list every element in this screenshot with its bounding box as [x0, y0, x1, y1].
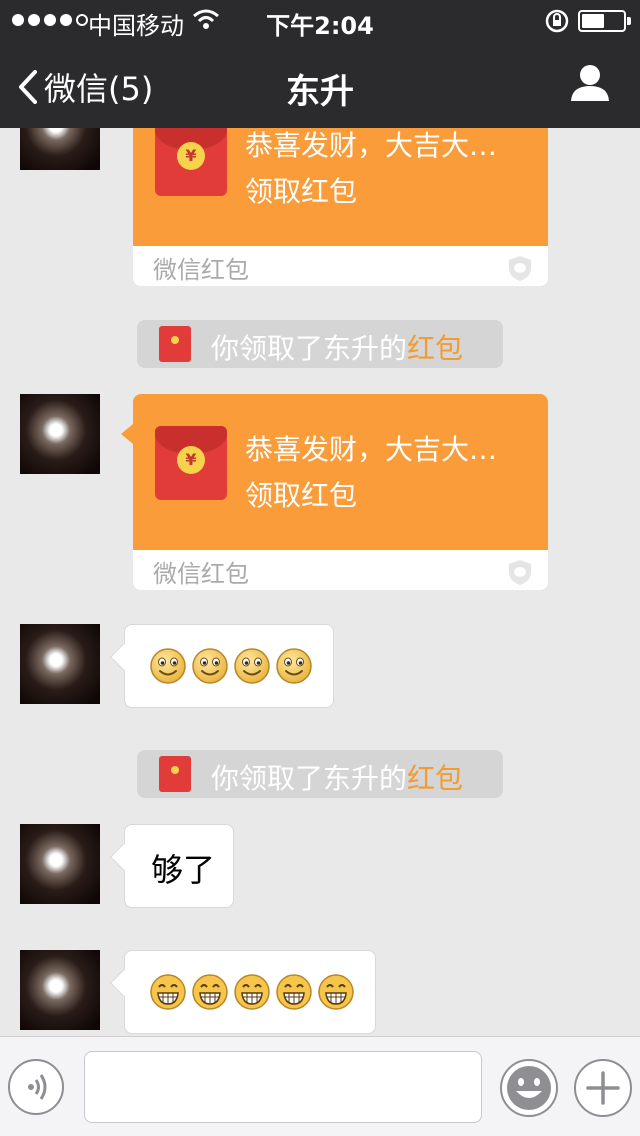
- text-message[interactable]: 够了: [109, 824, 234, 908]
- avatar[interactable]: [20, 950, 100, 1030]
- red-envelope-icon: [159, 756, 191, 792]
- message-text: 够了: [151, 851, 216, 889]
- grin-emoji-icon: [233, 973, 271, 1015]
- red-envelope-icon: ¥: [155, 128, 227, 196]
- message-input[interactable]: [84, 1051, 482, 1123]
- battery-icon: [578, 10, 631, 32]
- profile-icon[interactable]: [570, 64, 610, 102]
- status-bar: 中国移动 下午2:04: [0, 0, 640, 40]
- red-packet-body: ¥ 恭喜发财，大吉大… 领取红包: [133, 128, 548, 246]
- voice-button[interactable]: [8, 1059, 64, 1115]
- avatar[interactable]: [20, 624, 100, 704]
- top-bar: 中国移动 下午2:04 微信(5) 东升: [0, 0, 640, 128]
- plus-icon: [586, 1071, 620, 1105]
- grin-emoji-icon: [317, 973, 355, 1015]
- avatar[interactable]: [20, 824, 100, 904]
- system-notice-text: 你领取了东升的: [211, 332, 408, 365]
- red-packet-claim-label: 领取红包: [245, 175, 358, 208]
- smile-emoji-icon: [233, 647, 271, 689]
- emoji-message[interactable]: [109, 950, 376, 1034]
- more-button[interactable]: [574, 1059, 632, 1117]
- red-packet-greeting: 恭喜发财，大吉大…: [245, 129, 498, 162]
- red-packet-message[interactable]: ¥ 恭喜发财，大吉大… 领取红包 微信红包: [121, 394, 548, 590]
- smile-emoji-icon: [149, 647, 187, 689]
- system-notice: 你领取了东升的红包: [137, 750, 503, 798]
- smile-emoji-icon: [275, 647, 313, 689]
- system-notice: 你领取了东升的红包: [137, 320, 503, 368]
- wechat-pay-shield-icon: [509, 256, 531, 281]
- red-packet-footer: 微信红包: [153, 560, 249, 588]
- red-packet-greeting: 恭喜发财，大吉大…: [245, 433, 498, 466]
- red-envelope-icon: [159, 326, 191, 362]
- avatar[interactable]: [20, 128, 100, 170]
- emoji-icon: [507, 1066, 551, 1110]
- voice-icon: [28, 1074, 47, 1100]
- system-notice-text: 你领取了东升的: [211, 762, 408, 795]
- red-packet-link[interactable]: 红包: [407, 762, 463, 795]
- red-packet-footer: 微信红包: [153, 256, 249, 284]
- red-packet-body: ¥ 恭喜发财，大吉大… 领取红包: [121, 394, 548, 550]
- wechat-pay-shield-icon: [509, 560, 531, 585]
- grin-emoji-icon: [275, 973, 313, 1015]
- grin-emoji-icon: [191, 973, 229, 1015]
- avatar[interactable]: [20, 394, 100, 474]
- red-packet-link[interactable]: 红包: [407, 332, 463, 365]
- red-packet-claim-label: 领取红包: [245, 479, 358, 512]
- emoji-message[interactable]: [109, 624, 334, 708]
- red-packet-message[interactable]: ¥ 恭喜发财，大吉大… 领取红包 微信红包: [133, 128, 548, 286]
- chat-title: 东升: [286, 72, 354, 112]
- nav-bar: 微信(5) 东升: [0, 40, 640, 128]
- input-bar: [0, 1036, 640, 1136]
- rotation-lock-icon: [545, 9, 569, 33]
- smile-emoji-icon: [191, 647, 229, 689]
- emoji-row: [149, 647, 313, 689]
- red-envelope-icon: ¥: [155, 426, 227, 500]
- emoji-button[interactable]: [500, 1059, 558, 1117]
- emoji-row: [149, 973, 355, 1015]
- chat-area[interactable]: ¥ 恭喜发财，大吉大… 领取红包 微信红包 你领取了东升的红包 ¥ 恭喜发财，大…: [0, 128, 640, 1036]
- grin-emoji-icon: [149, 973, 187, 1015]
